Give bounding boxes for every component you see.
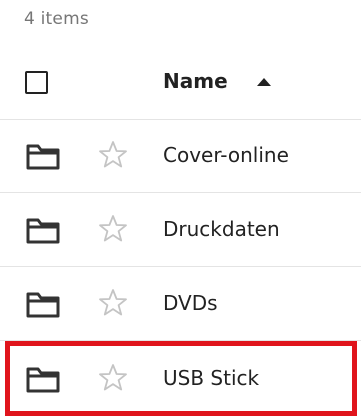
- folder-icon: [26, 367, 60, 393]
- caret-up-icon[interactable]: [257, 78, 271, 86]
- list-item-druckdaten[interactable]: Druckdaten: [0, 193, 361, 267]
- file-list: 4 items Name Cover-online Druckdaten DVD…: [0, 0, 361, 416]
- folder-icon: [26, 292, 60, 318]
- list-item-cover-online[interactable]: Cover-online: [0, 119, 361, 193]
- star-outline-icon[interactable]: [97, 287, 129, 319]
- folder-icon: [26, 218, 60, 244]
- list-item-dvds[interactable]: DVDs: [0, 267, 361, 341]
- star-outline-icon[interactable]: [97, 213, 129, 245]
- item-name[interactable]: DVDs: [163, 291, 218, 315]
- items-count: 4 items: [24, 9, 89, 29]
- name-column-header[interactable]: Name: [163, 69, 228, 93]
- star-outline-icon[interactable]: [97, 362, 129, 394]
- item-name[interactable]: USB Stick: [163, 366, 259, 390]
- select-all-checkbox[interactable]: [25, 71, 48, 94]
- item-name[interactable]: Druckdaten: [163, 217, 280, 241]
- star-outline-icon[interactable]: [97, 139, 129, 171]
- list-header: Name: [0, 45, 361, 120]
- item-name[interactable]: Cover-online: [163, 143, 289, 167]
- folder-icon: [26, 144, 60, 170]
- list-item-usb-stick[interactable]: USB Stick: [0, 342, 361, 416]
